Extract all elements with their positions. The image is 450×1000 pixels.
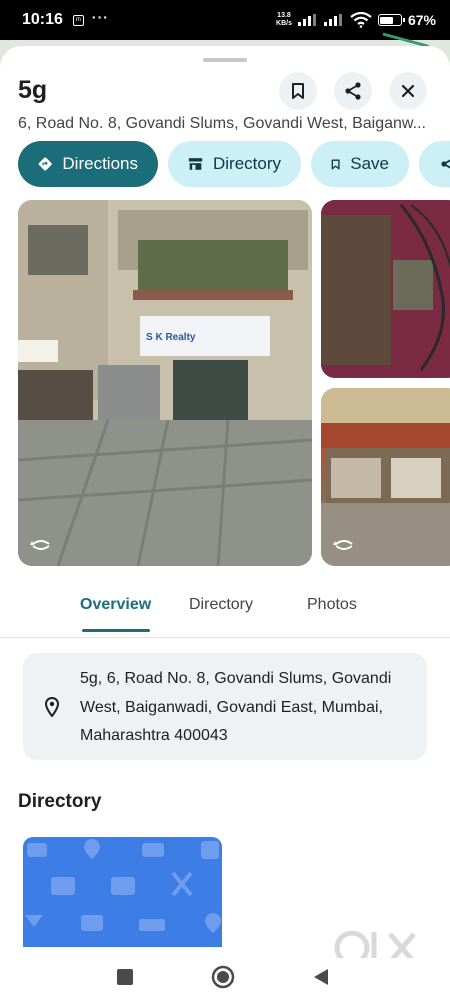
directions-label: Directions bbox=[62, 154, 138, 173]
directory-section-heading: Directory bbox=[18, 791, 102, 812]
place-address: 6, Road No. 8, Govandi Slums, Govandi We… bbox=[18, 115, 426, 132]
signal-2-icon bbox=[323, 14, 344, 26]
shop-sign-text: S K Realty bbox=[146, 332, 196, 343]
close-button[interactable] bbox=[389, 72, 427, 110]
network-speed: 13.8 KB/s bbox=[276, 12, 292, 28]
notification-icons: m ··· bbox=[72, 9, 109, 26]
action-chips: Directions Directory Save bbox=[18, 141, 450, 187]
share-icon bbox=[441, 159, 450, 169]
wifi-icon bbox=[350, 12, 372, 28]
building-illustration bbox=[18, 200, 312, 566]
home-button[interactable] bbox=[206, 962, 240, 992]
back-button[interactable] bbox=[304, 962, 338, 992]
directory-pattern-icons bbox=[25, 839, 221, 933]
location-pin-icon bbox=[45, 697, 59, 717]
street-view-icon bbox=[30, 540, 50, 550]
network-speed-unit: KB/s bbox=[276, 20, 292, 27]
square-icon bbox=[117, 969, 133, 985]
full-address: 5g, 6, Road No. 8, Govandi Slums, Govand… bbox=[80, 670, 392, 744]
tab-overview[interactable]: Overview bbox=[80, 596, 151, 614]
status-right: 13.8 KB/s 67% bbox=[276, 12, 436, 28]
network-speed-value: 13.8 bbox=[277, 12, 291, 19]
battery-fill bbox=[380, 16, 394, 24]
place-sheet: 5g 6, Road No. 8, Govandi Slums, Govandi… bbox=[0, 46, 450, 958]
place-title: 5g bbox=[18, 76, 48, 104]
system-nav-bar bbox=[0, 958, 450, 1000]
status-time: 10:16 bbox=[22, 11, 63, 28]
directory-label: Directory bbox=[212, 154, 281, 173]
street-view-photo-shop[interactable] bbox=[321, 388, 450, 566]
sheet-drag-handle[interactable] bbox=[203, 58, 247, 62]
recent-apps-button[interactable] bbox=[108, 962, 142, 992]
share-chip-button[interactable] bbox=[419, 141, 450, 187]
tabs-divider bbox=[0, 637, 450, 638]
tab-bar: Overview Directory Photos bbox=[0, 586, 450, 638]
directions-button[interactable]: Directions bbox=[18, 141, 158, 187]
save-button[interactable]: Save bbox=[311, 141, 409, 187]
tab-photos[interactable]: Photos bbox=[307, 596, 357, 614]
more-notifications-icon: ··· bbox=[91, 9, 109, 25]
directions-icon bbox=[38, 157, 52, 171]
photo-carousel[interactable]: S K Realty bbox=[0, 200, 450, 568]
battery-icon bbox=[377, 14, 405, 26]
battery-percent: 67% bbox=[407, 12, 436, 28]
tab-directory[interactable]: Directory bbox=[189, 596, 253, 614]
active-tab-indicator bbox=[82, 629, 150, 632]
directory-tile[interactable] bbox=[23, 837, 222, 947]
gmail-notification-icon: m bbox=[72, 14, 84, 26]
home-circle-icon bbox=[211, 965, 235, 989]
street-view-icon bbox=[333, 540, 353, 550]
bookmark-icon bbox=[292, 83, 304, 99]
directory-button[interactable]: Directory bbox=[168, 141, 301, 187]
street-view-photo-main[interactable]: S K Realty bbox=[18, 200, 312, 566]
save-label: Save bbox=[350, 154, 389, 173]
storefront-icon bbox=[188, 158, 203, 170]
signal-1-icon bbox=[297, 14, 318, 26]
interior-illustration bbox=[321, 200, 450, 378]
share-button[interactable] bbox=[334, 72, 372, 110]
photo-interior[interactable] bbox=[321, 200, 450, 378]
back-triangle-icon bbox=[314, 969, 328, 985]
share-icon bbox=[345, 82, 361, 100]
bookmark-button[interactable] bbox=[279, 72, 317, 110]
close-icon bbox=[401, 84, 415, 98]
bookmark-icon bbox=[331, 159, 340, 169]
address-card[interactable]: 5g, 6, Road No. 8, Govandi Slums, Govand… bbox=[23, 653, 427, 760]
